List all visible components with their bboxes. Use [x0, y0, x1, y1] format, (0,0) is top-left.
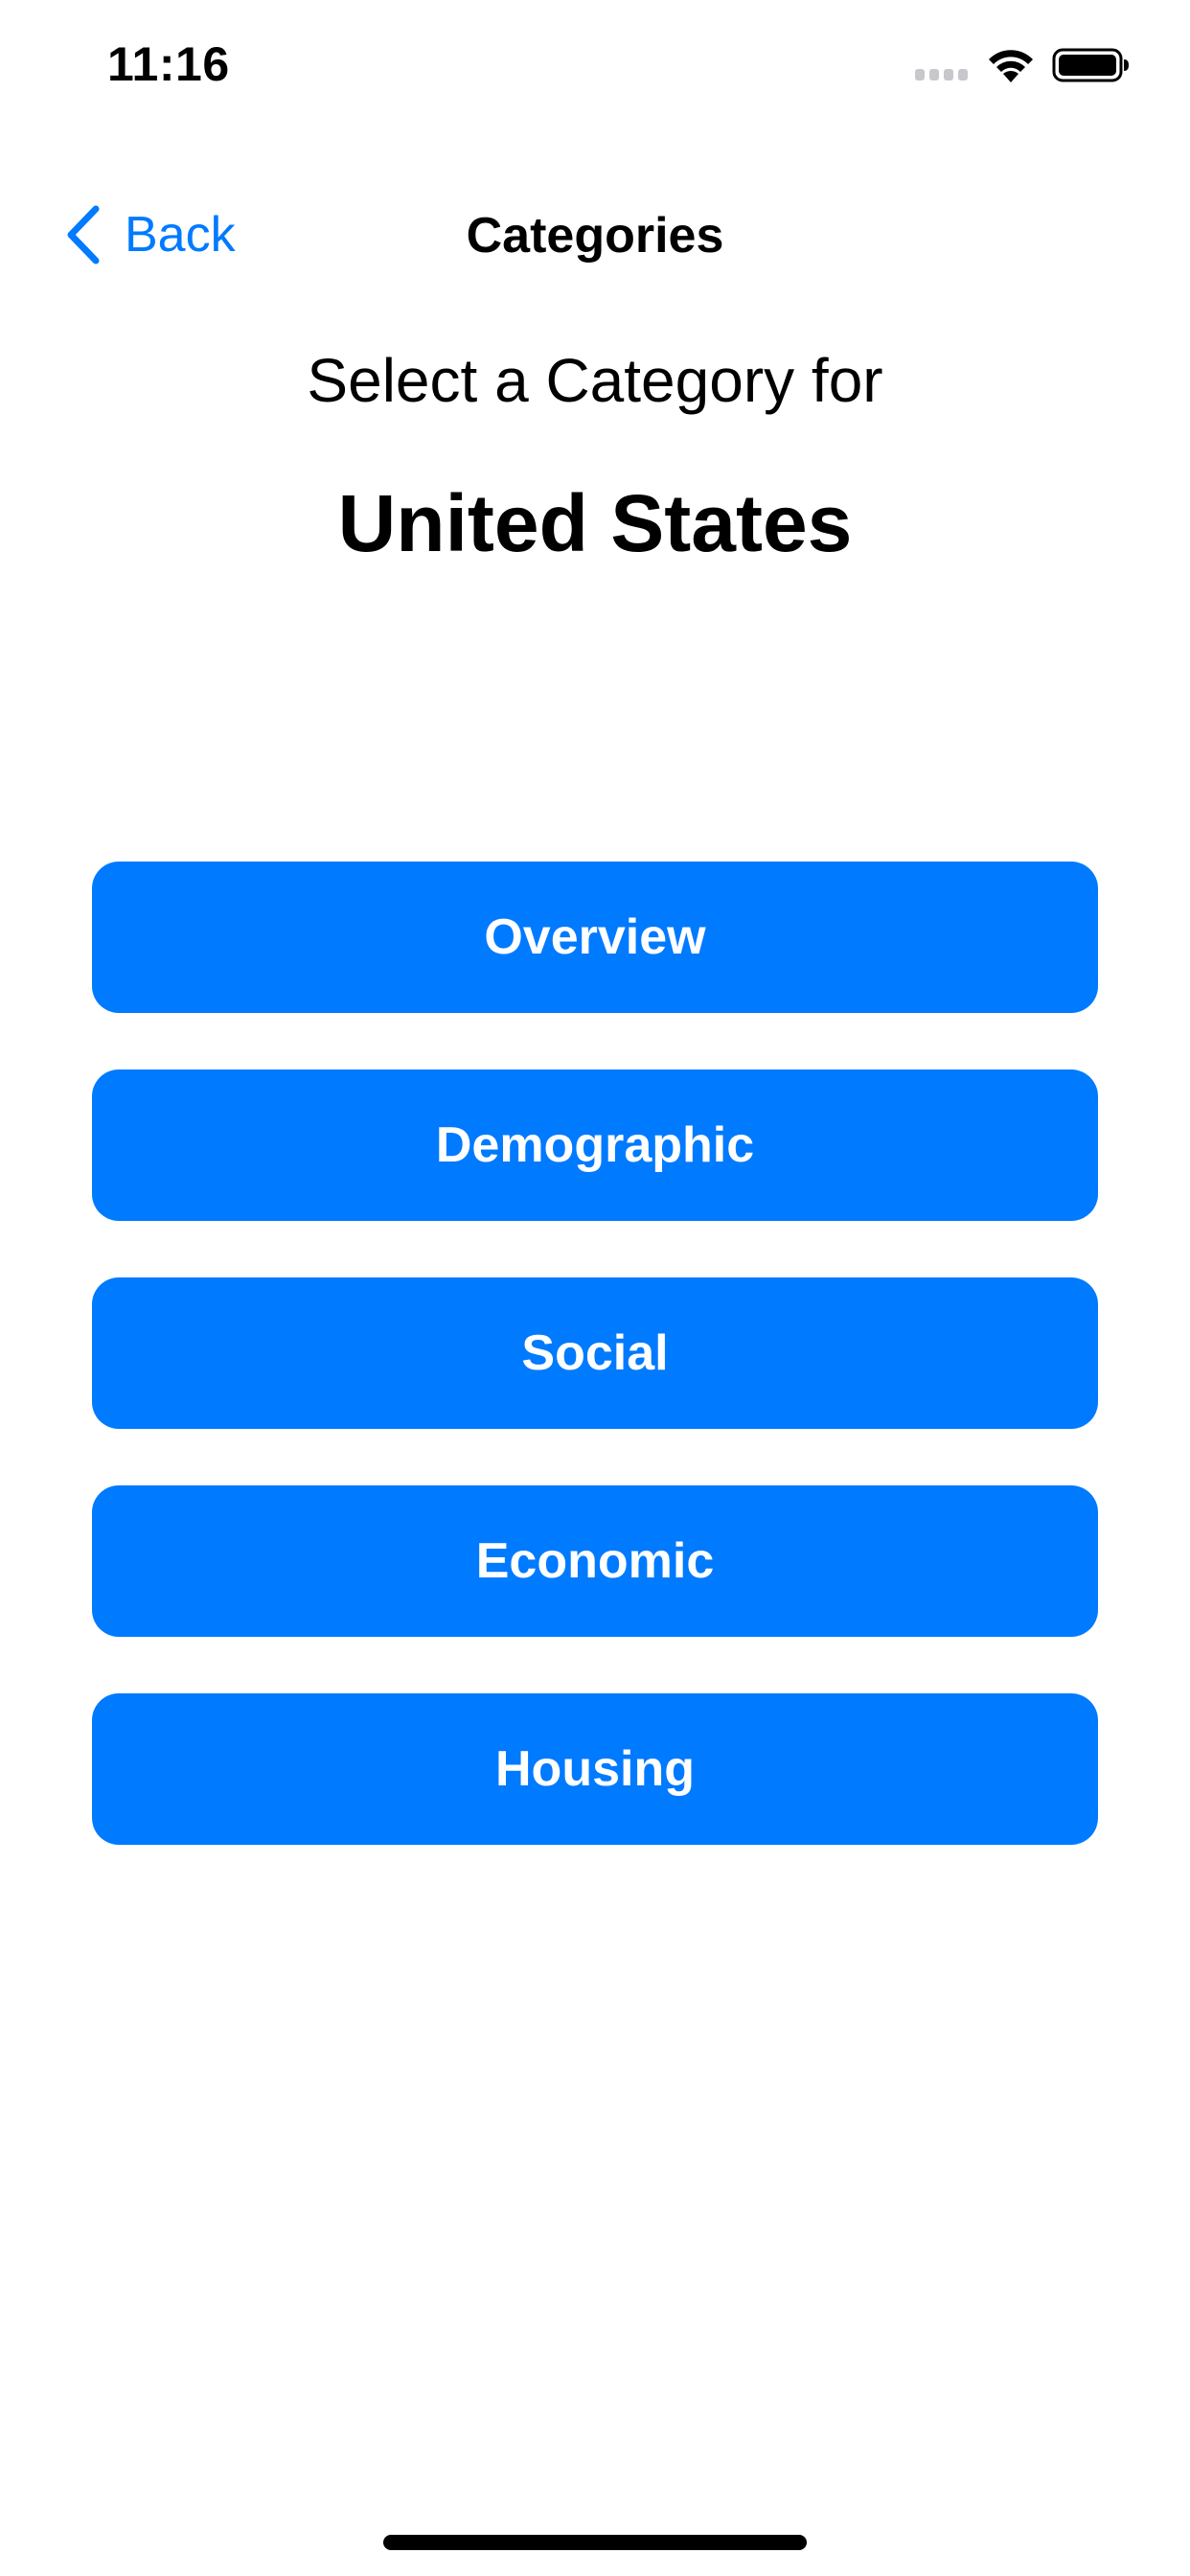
- battery-icon: [1052, 48, 1129, 82]
- demographic-button[interactable]: Demographic: [92, 1070, 1098, 1221]
- status-bar: 11:16: [0, 0, 1190, 134]
- social-button[interactable]: Social: [92, 1277, 1098, 1429]
- category-list: Overview Demographic Social Economic Hou…: [92, 862, 1098, 1901]
- country-title: United States: [337, 478, 853, 568]
- wifi-icon: [989, 50, 1033, 82]
- overview-button[interactable]: Overview: [92, 862, 1098, 1013]
- nav-title: Categories: [466, 208, 724, 264]
- housing-button[interactable]: Housing: [92, 1693, 1098, 1845]
- economic-button[interactable]: Economic: [92, 1485, 1098, 1637]
- page-subtitle: Select a Category for: [307, 346, 883, 415]
- navigation-bar: Back Categories: [0, 172, 1190, 297]
- home-indicator[interactable]: [383, 2535, 807, 2550]
- status-time: 11:16: [107, 37, 230, 91]
- signal-icon: [915, 69, 971, 82]
